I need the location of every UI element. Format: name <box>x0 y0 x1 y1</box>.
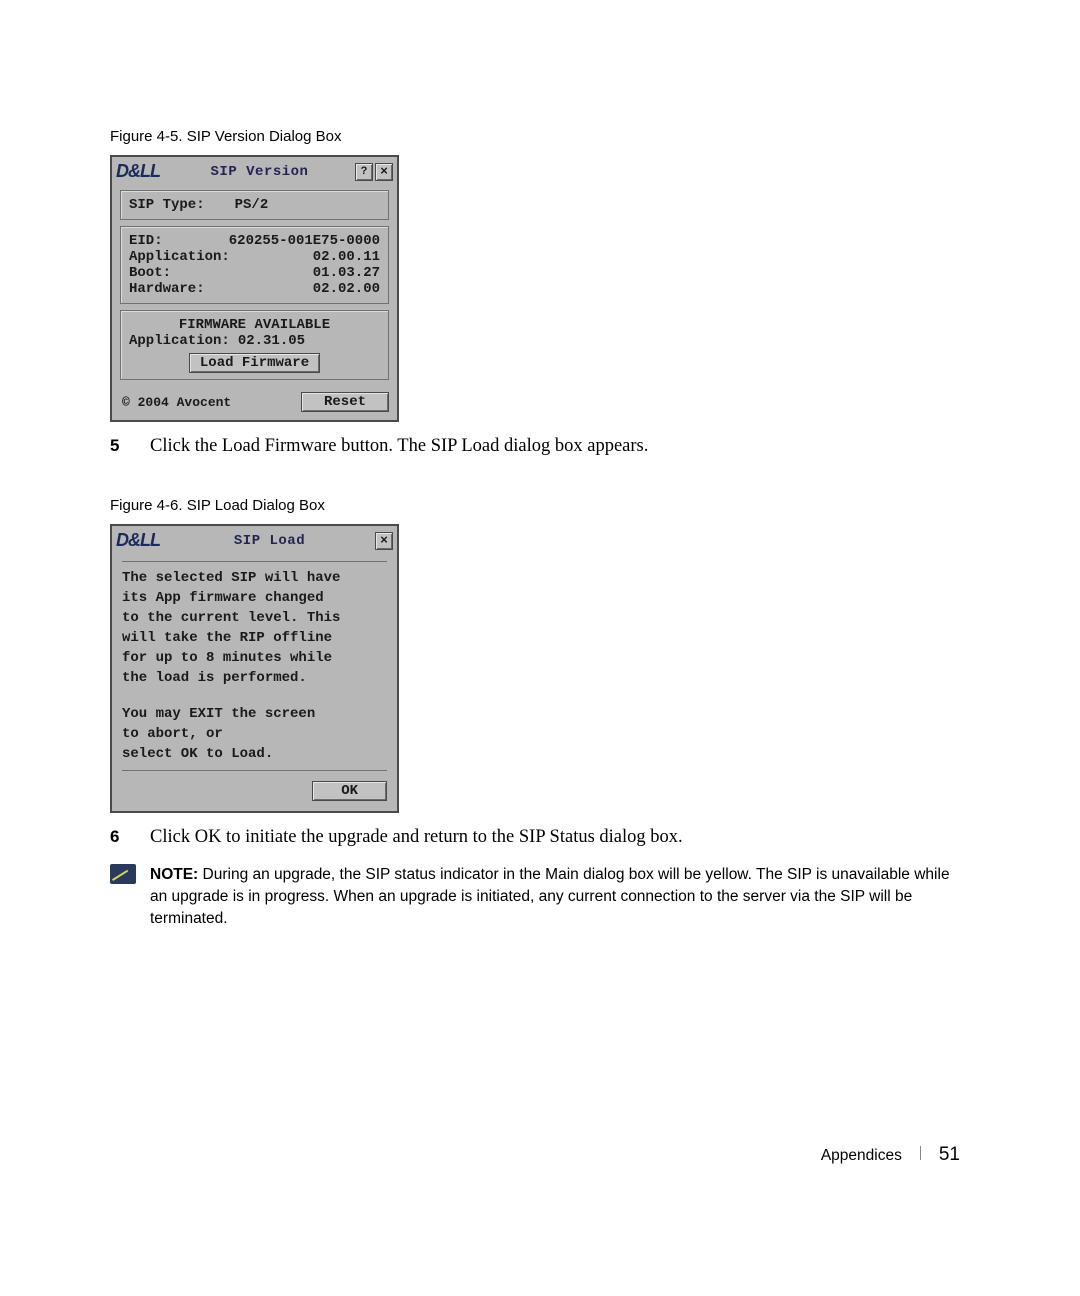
dell-logo-icon: D&LL <box>116 161 160 182</box>
step-5-text: Click the Load Firmware button. The SIP … <box>150 436 648 457</box>
sip-type-value: PS/2 <box>235 197 269 213</box>
dialog-title: SIP Version <box>166 164 353 180</box>
step-5: 5 Click the Load Firmware button. The SI… <box>110 436 970 457</box>
eid-label: EID: <box>129 233 163 249</box>
msg-line: to the current level. This <box>122 608 387 628</box>
eid-value: 620255-001E75-0000 <box>229 233 380 249</box>
note-text: NOTE: During an upgrade, the SIP status … <box>150 864 970 930</box>
sip-version-titlebar: D&LL SIP Version ? × <box>112 157 397 184</box>
step-6: 6 Click OK to initiate the upgrade and r… <box>110 827 970 848</box>
msg-line: select OK to Load. <box>122 744 387 764</box>
note-body: During an upgrade, the SIP status indica… <box>150 866 950 927</box>
dialog-title: SIP Load <box>166 533 373 549</box>
version-info-panel: EID: 620255-001E75-0000 Application: 02.… <box>120 226 389 304</box>
page-number: 51 <box>939 1144 960 1166</box>
sip-version-dialog: D&LL SIP Version ? × SIP Type: PS/2 EID:… <box>110 155 399 422</box>
footer-section: Appendices <box>821 1147 902 1165</box>
fw-application-row: Application: 02.31.05 <box>129 333 380 349</box>
msg-line: for up to 8 minutes while <box>122 648 387 668</box>
fw-application-label: Application: <box>129 333 230 349</box>
footer-divider <box>920 1146 921 1160</box>
copyright-text: © 2004 Avocent <box>122 395 231 410</box>
application-label: Application: <box>129 249 230 265</box>
ok-button[interactable]: OK <box>312 781 387 801</box>
sip-load-dialog: D&LL SIP Load × The selected SIP will ha… <box>110 524 399 813</box>
fw-application-value: 02.31.05 <box>238 333 305 349</box>
note-label: NOTE: <box>150 866 198 883</box>
dell-logo-icon: D&LL <box>116 530 160 551</box>
boot-row: Boot: 01.03.27 <box>129 265 380 281</box>
figure-4-5-caption: Figure 4-5. SIP Version Dialog Box <box>110 128 970 145</box>
hardware-value: 02.02.00 <box>313 281 380 297</box>
firmware-available-title: FIRMWARE AVAILABLE <box>129 317 380 333</box>
hardware-label: Hardware: <box>129 281 205 297</box>
reset-button[interactable]: Reset <box>301 392 389 412</box>
step-5-number: 5 <box>110 436 150 457</box>
application-row: Application: 02.00.11 <box>129 249 380 265</box>
dialog-footer: © 2004 Avocent Reset <box>112 386 397 420</box>
boot-label: Boot: <box>129 265 171 281</box>
help-icon[interactable]: ? <box>355 163 373 181</box>
boot-value: 01.03.27 <box>313 265 380 281</box>
step-6-text: Click OK to initiate the upgrade and ret… <box>150 827 683 848</box>
note-block: NOTE: During an upgrade, the SIP status … <box>110 864 970 930</box>
msg-line: its App firmware changed <box>122 588 387 608</box>
close-icon[interactable]: × <box>375 532 393 550</box>
sip-load-titlebar: D&LL SIP Load × <box>112 526 397 553</box>
application-value: 02.00.11 <box>313 249 380 265</box>
load-firmware-button[interactable]: Load Firmware <box>189 353 320 373</box>
hardware-row: Hardware: 02.02.00 <box>129 281 380 297</box>
note-icon <box>110 864 136 884</box>
firmware-available-panel: FIRMWARE AVAILABLE Application: 02.31.05… <box>120 310 389 380</box>
sip-load-message: The selected SIP will have its App firmw… <box>122 561 387 771</box>
eid-row: EID: 620255-001E75-0000 <box>129 233 380 249</box>
sip-type-label: SIP Type: <box>129 197 205 213</box>
step-6-number: 6 <box>110 827 150 848</box>
msg-line: will take the RIP offline <box>122 628 387 648</box>
msg-line: the load is performed. <box>122 668 387 688</box>
msg-line: to abort, or <box>122 724 387 744</box>
sip-type-row: SIP Type: PS/2 <box>129 197 380 213</box>
msg-line: You may EXIT the screen <box>122 704 387 724</box>
sip-type-panel: SIP Type: PS/2 <box>120 190 389 220</box>
figure-4-6-caption: Figure 4-6. SIP Load Dialog Box <box>110 497 970 514</box>
close-icon[interactable]: × <box>375 163 393 181</box>
msg-line: The selected SIP will have <box>122 568 387 588</box>
page-footer: Appendices 51 <box>821 1144 960 1166</box>
